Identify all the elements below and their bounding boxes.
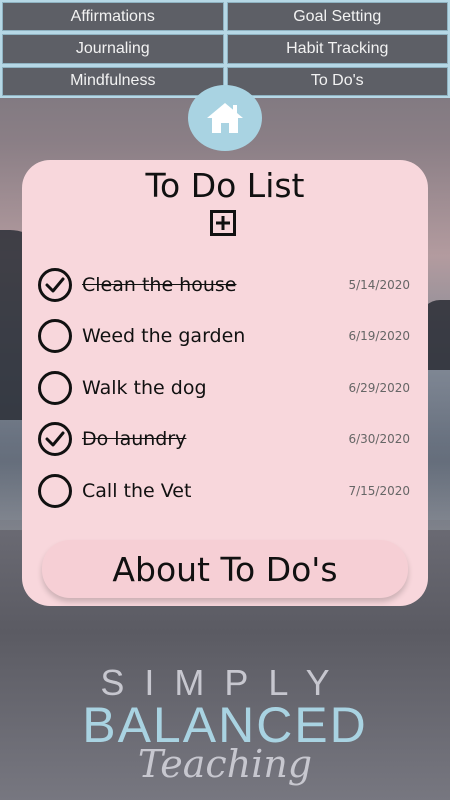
todo-checkbox[interactable] (38, 474, 72, 508)
todo-checkbox[interactable] (38, 371, 72, 405)
todo-item[interactable]: Do laundry 6/30/2020 (38, 417, 414, 461)
home-button[interactable] (188, 85, 262, 151)
top-navigation: Affirmations Goal Setting Journaling Hab… (0, 0, 450, 98)
checkmark-icon (45, 277, 65, 293)
todo-date: 6/30/2020 (348, 432, 410, 446)
about-todos-button[interactable]: About To Do's (42, 540, 408, 598)
todo-item[interactable]: Clean the house 5/14/2020 (38, 263, 414, 307)
todo-checkbox[interactable] (38, 319, 72, 353)
todo-text: Clean the house (82, 274, 237, 296)
nav-todos[interactable]: To Do's (226, 66, 448, 96)
plus-icon (216, 216, 230, 230)
todo-checkbox[interactable] (38, 422, 72, 456)
nav-habit-tracking[interactable]: Habit Tracking (226, 34, 448, 64)
todo-item[interactable]: Walk the dog 6/29/2020 (38, 366, 414, 410)
todo-date: 5/14/2020 (348, 278, 410, 292)
nav-journaling[interactable]: Journaling (2, 34, 224, 64)
simply-balanced-teaching-logo: SIMPLY BALANCED Teaching (0, 662, 450, 786)
home-icon (207, 103, 243, 133)
todo-date: 6/29/2020 (348, 381, 410, 395)
todo-date: 7/15/2020 (348, 484, 410, 498)
nav-mindfulness[interactable]: Mindfulness (2, 66, 224, 96)
todo-item[interactable]: Weed the garden 6/19/2020 (38, 314, 414, 358)
logo-teaching: Teaching (137, 742, 313, 786)
todo-text: Call the Vet (82, 480, 192, 502)
todo-item[interactable]: Call the Vet 7/15/2020 (38, 469, 414, 513)
checkmark-icon (45, 431, 65, 447)
todo-text: Do laundry (82, 428, 187, 450)
todo-card: To Do List Clean the house 5/14/2020 Wee… (22, 160, 428, 606)
nav-affirmations[interactable]: Affirmations (2, 2, 224, 32)
todo-text: Weed the garden (82, 325, 246, 347)
nav-goal-setting[interactable]: Goal Setting (226, 2, 448, 32)
todo-text: Walk the dog (82, 377, 207, 399)
todo-date: 6/19/2020 (348, 329, 410, 343)
todo-checkbox[interactable] (38, 268, 72, 302)
todo-list-title: To Do List (145, 166, 305, 205)
add-todo-button[interactable] (210, 210, 236, 236)
